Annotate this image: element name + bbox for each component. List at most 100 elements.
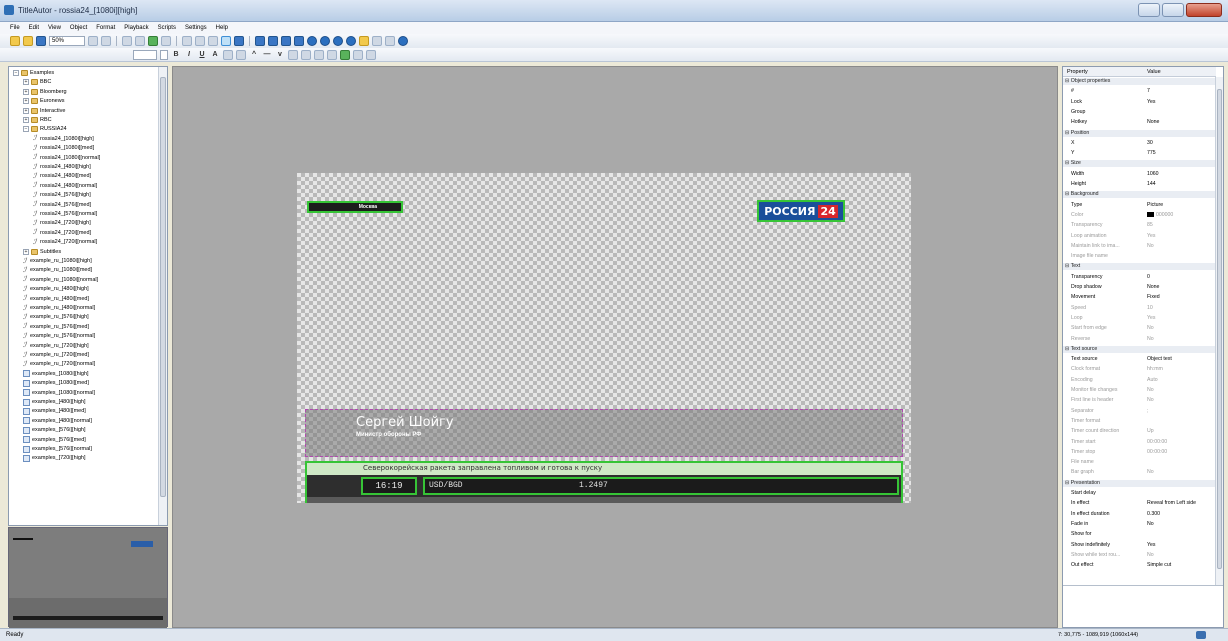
underline-icon[interactable]: U bbox=[197, 50, 207, 60]
property-row[interactable]: Y 775 bbox=[1063, 150, 1216, 157]
tree-item[interactable]: ℐrossia24_[480i][med] bbox=[33, 172, 91, 180]
property-row[interactable]: Hotkey None bbox=[1063, 119, 1216, 126]
collapse-icon[interactable]: − bbox=[23, 126, 29, 133]
expand-icon[interactable]: + bbox=[23, 117, 29, 123]
tree-folder[interactable]: + Interactive bbox=[23, 107, 65, 115]
close-x-icon[interactable] bbox=[281, 36, 291, 46]
property-value[interactable]: 1060 bbox=[1147, 171, 1215, 178]
property-row[interactable]: #7 bbox=[1063, 88, 1216, 95]
tree-item[interactable]: ℐrossia24_[480i][normal] bbox=[33, 182, 97, 190]
border-icon[interactable] bbox=[236, 49, 246, 60]
align-icon[interactable] bbox=[182, 36, 192, 46]
tree-item[interactable]: ℐexample_ru_[480i][med] bbox=[23, 295, 89, 303]
property-value[interactable]: No bbox=[1147, 521, 1215, 528]
expand-icon[interactable]: + bbox=[23, 248, 29, 255]
property-row[interactable]: Color 000000 bbox=[1063, 212, 1216, 219]
currency-box[interactable]: USD/BGD 1.2497 bbox=[423, 477, 899, 495]
channel-logo[interactable]: РОССИЯ 24 bbox=[757, 200, 845, 222]
property-row[interactable]: In effect duration 0.300 bbox=[1063, 511, 1216, 518]
expand-icon[interactable]: + bbox=[23, 79, 29, 86]
tree-folder[interactable]: + Subtitles bbox=[23, 248, 61, 256]
play-icon[interactable] bbox=[255, 36, 265, 46]
property-value[interactable]: 000000 bbox=[1147, 212, 1215, 219]
broadcast-canvas[interactable]: Москва РОССИЯ 24 Сергей Шойгу Министр об… bbox=[297, 173, 911, 503]
info-icon[interactable] bbox=[398, 36, 408, 46]
property-row[interactable]: Bar graph No bbox=[1063, 469, 1216, 476]
expand-icon[interactable]: + bbox=[23, 107, 29, 114]
property-value[interactable]: No bbox=[1147, 469, 1215, 476]
stop-icon[interactable] bbox=[294, 36, 304, 46]
property-row[interactable]: Show indefinitely Yes bbox=[1063, 542, 1216, 549]
property-category[interactable]: ⊟ Text bbox=[1063, 263, 1216, 271]
caret-down-icon[interactable]: v bbox=[275, 50, 285, 60]
menu-item-scripts[interactable]: Scripts bbox=[158, 25, 176, 31]
font-size-select[interactable] bbox=[133, 49, 157, 60]
tree-folder[interactable]: + BBC bbox=[23, 78, 51, 86]
export-icon[interactable] bbox=[359, 36, 369, 46]
expand-icon[interactable]: + bbox=[23, 88, 29, 95]
font-select[interactable] bbox=[160, 49, 168, 60]
print-icon[interactable] bbox=[372, 36, 382, 46]
tree-item[interactable]: ℐrossia24_[1080i][high] bbox=[33, 135, 94, 143]
channel-3-icon[interactable] bbox=[333, 36, 343, 46]
property-value[interactable]: Object text bbox=[1147, 356, 1215, 363]
tree-item[interactable]: examples_[1080i][high] bbox=[23, 370, 89, 378]
tree-item[interactable]: ℐrossia24_[720i][normal] bbox=[33, 238, 97, 246]
tree-item[interactable]: ℐrossia24_[1080i][med] bbox=[33, 144, 94, 152]
property-value[interactable]: ; bbox=[1147, 408, 1215, 415]
tree-item[interactable]: examples_[480i][high] bbox=[23, 398, 86, 406]
tree-item[interactable]: ℐrossia24_[720i][med] bbox=[33, 229, 91, 237]
tree-item[interactable]: examples_[480i][med] bbox=[23, 407, 86, 415]
property-row[interactable]: In effect Reveal from Left side bbox=[1063, 500, 1216, 507]
tree-item[interactable]: ℐexample_ru_[720i][high] bbox=[23, 342, 89, 350]
property-row[interactable]: Loop animation Yes bbox=[1063, 233, 1216, 240]
text-color-icon[interactable]: A bbox=[210, 50, 220, 60]
tree-item[interactable]: ℐexample_ru_[576i][normal] bbox=[23, 332, 95, 340]
property-value[interactable]: None bbox=[1147, 284, 1215, 291]
tree-item[interactable]: ℐexample_ru_[1080i][high] bbox=[23, 257, 92, 265]
property-row[interactable]: Text source Object text bbox=[1063, 356, 1216, 363]
property-value[interactable]: No bbox=[1147, 397, 1215, 404]
property-value[interactable]: Yes bbox=[1147, 542, 1215, 549]
property-row[interactable]: Lock Yes bbox=[1063, 99, 1216, 106]
align-left-icon[interactable] bbox=[288, 49, 298, 60]
property-row[interactable]: Loop Yes bbox=[1063, 315, 1216, 322]
menu-item-help[interactable]: Help bbox=[216, 25, 228, 31]
property-value[interactable]: 144 bbox=[1147, 181, 1215, 188]
preview-icon[interactable] bbox=[385, 36, 395, 46]
open-folder-icon[interactable] bbox=[23, 36, 33, 46]
tree-item[interactable]: ℐexample_ru_[480i][normal] bbox=[23, 304, 95, 312]
property-value[interactable]: 775 bbox=[1147, 150, 1215, 157]
property-row[interactable]: Width 1060 bbox=[1063, 171, 1216, 178]
channel-4-icon[interactable] bbox=[346, 36, 356, 46]
property-row[interactable]: Show while text rou... No bbox=[1063, 552, 1216, 559]
save-icon[interactable] bbox=[36, 36, 46, 46]
property-row[interactable]: Fade in No bbox=[1063, 521, 1216, 528]
paint-icon[interactable] bbox=[340, 49, 350, 60]
scroll-thumb[interactable] bbox=[1217, 89, 1222, 569]
property-row[interactable]: Transparency 0 bbox=[1063, 274, 1216, 281]
tree-item[interactable]: examples_[576i][normal] bbox=[23, 445, 92, 453]
tree-folder[interactable]: + RBC bbox=[23, 116, 52, 124]
tree-item[interactable]: examples_[720i][high] bbox=[23, 454, 86, 462]
channel-2-icon[interactable] bbox=[320, 36, 330, 46]
property-row[interactable]: Start from edge No bbox=[1063, 325, 1216, 332]
property-row[interactable]: Group bbox=[1063, 109, 1216, 116]
menu-item-object[interactable]: Object bbox=[70, 25, 87, 31]
group-icon[interactable] bbox=[208, 36, 218, 46]
tree-item[interactable]: examples_[576i][high] bbox=[23, 426, 86, 434]
property-value[interactable]: 10 bbox=[1147, 305, 1215, 312]
property-row[interactable]: Height 144 bbox=[1063, 181, 1216, 188]
property-row[interactable]: Monitor file changes No bbox=[1063, 387, 1216, 394]
expand-icon[interactable]: + bbox=[23, 98, 29, 105]
zoom-in-icon[interactable] bbox=[88, 36, 98, 46]
property-row[interactable]: File name bbox=[1063, 459, 1216, 466]
tree-item[interactable]: ℐexample_ru_[480i][high] bbox=[23, 285, 89, 293]
property-value[interactable]: Yes bbox=[1147, 315, 1215, 322]
line-spacing-icon[interactable] bbox=[327, 49, 337, 60]
property-value[interactable]: Yes bbox=[1147, 99, 1215, 106]
property-row[interactable]: Start delay bbox=[1063, 490, 1216, 497]
property-value[interactable]: 7 bbox=[1147, 88, 1215, 95]
property-row[interactable]: Show for bbox=[1063, 531, 1216, 538]
tree-item[interactable]: ℐrossia24_[576i][high] bbox=[33, 191, 91, 199]
